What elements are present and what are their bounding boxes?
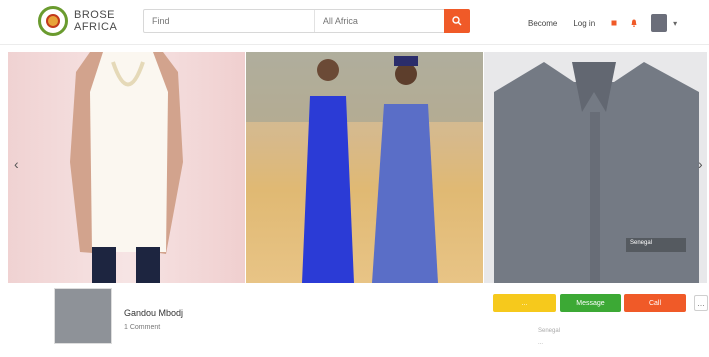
two-men-illustration [246,52,483,283]
search-input[interactable] [144,10,315,32]
brand-name-line1: BROSE [74,9,116,21]
carousel-next-arrow[interactable]: › [698,156,703,172]
top-navbar: BROSE AFRICA Become Log in ▾ [0,0,709,45]
nav-link-become[interactable]: Become [528,19,557,28]
seller-info: ... [538,340,544,346]
product-meta: 1 Comment [124,324,161,331]
carousel-prev-arrow[interactable]: ‹ [14,156,19,172]
carousel-caption-tag: Senegal [626,238,686,252]
product-image-carousel[interactable]: Senegal ‹ › [8,52,707,283]
favorite-button[interactable]: ... [493,294,556,312]
logo-emblem-icon [38,6,68,36]
message-button[interactable]: Message [560,294,621,312]
nav-links: Become Log in ▾ [528,14,677,32]
carousel-image-white-tunic[interactable] [8,52,245,283]
seller-location: Senegal [538,328,561,334]
more-options-button[interactable]: … [694,295,708,311]
chevron-down-icon[interactable]: ▾ [673,19,677,28]
brand-name: BROSE AFRICA [74,9,117,33]
brand-name-line2: AFRICA [74,21,118,33]
notification-bell-icon[interactable] [631,19,637,27]
search-icon [452,16,462,26]
search-button[interactable] [444,9,470,33]
nav-link-login[interactable]: Log in [573,19,595,28]
product-thumbnail[interactable] [54,288,112,344]
cart-icon[interactable] [611,19,617,27]
brand-logo[interactable]: BROSE AFRICA [38,6,117,36]
carousel-image-two-men[interactable] [246,52,483,283]
white-tunic-illustration [70,52,183,283]
call-button[interactable]: Call [624,294,686,312]
product-title[interactable]: Gandou Mbodj [124,308,183,318]
carousel-image-grey-shirt[interactable]: Senegal [484,52,707,283]
user-avatar[interactable] [651,14,668,32]
search-bar [143,9,470,33]
product-summary-bar: Gandou Mbodj 1 Comment ... Message Call … [0,284,709,357]
